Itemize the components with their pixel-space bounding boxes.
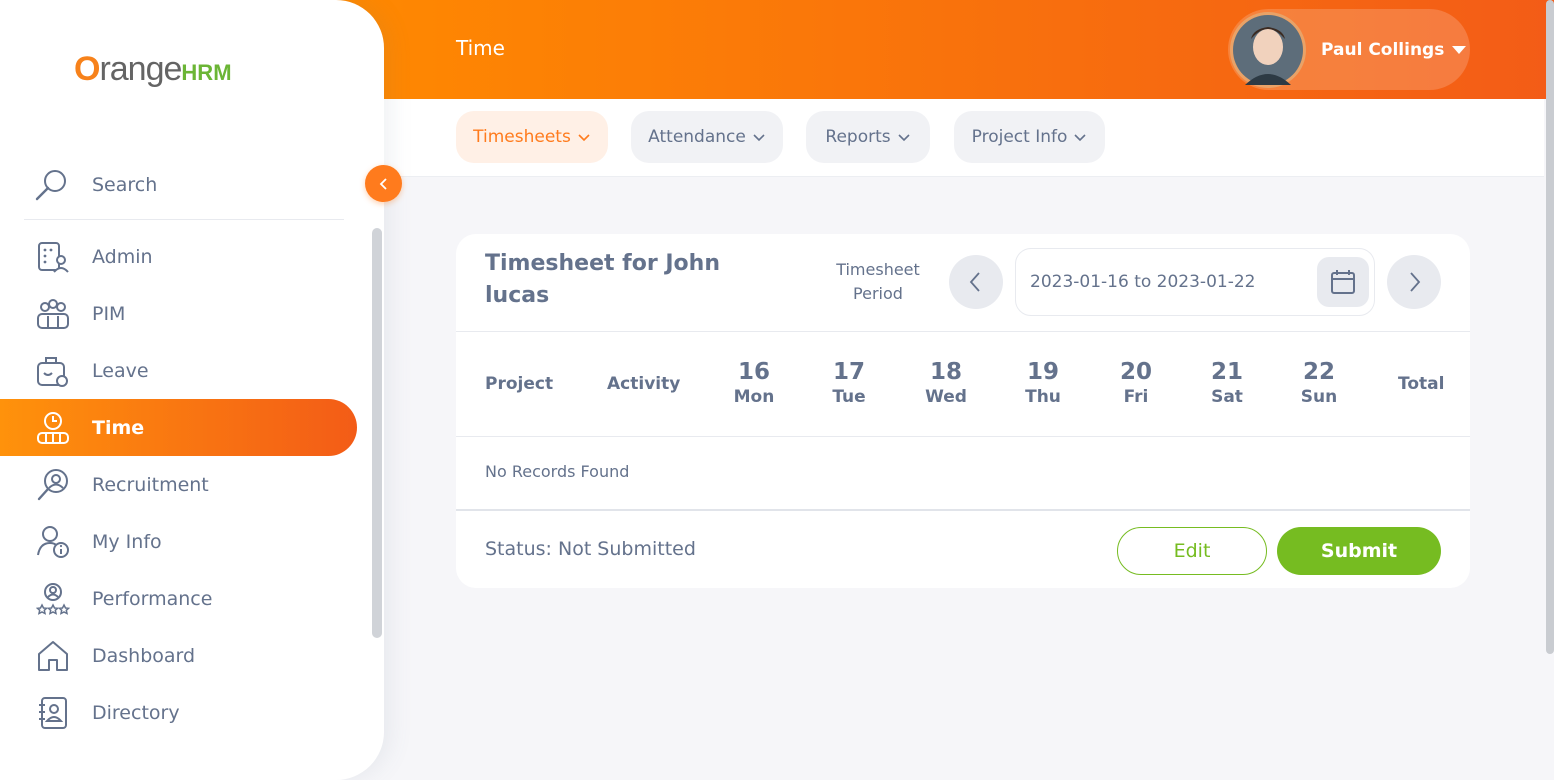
sidebar-item-label: Time xyxy=(92,416,145,439)
chevron-down-icon xyxy=(898,134,910,142)
column-header-day: 21 Sat xyxy=(1192,358,1262,408)
sidebar-scrollbar[interactable] xyxy=(372,228,382,638)
day-name: Tue xyxy=(832,387,866,407)
column-header-activity: Activity xyxy=(607,374,681,394)
row-divider xyxy=(456,436,1470,437)
recruitment-icon xyxy=(35,467,71,503)
tab-label: Project Info xyxy=(971,127,1068,147)
empty-state-message: No Records Found xyxy=(485,462,630,481)
sidebar-item-label: Directory xyxy=(92,701,180,724)
admin-icon xyxy=(35,239,71,275)
day-number: 22 xyxy=(1302,359,1335,385)
sidebar-item-leave[interactable]: Leave xyxy=(0,342,357,399)
sidebar-item-time[interactable]: Time xyxy=(0,399,357,456)
column-header-total: Total xyxy=(1398,374,1445,394)
day-name: Fri xyxy=(1123,387,1149,407)
day-name: Sat xyxy=(1211,387,1243,407)
sidebar-item-label: PIM xyxy=(92,302,126,325)
timesheet-period-label: Timesheet Period xyxy=(836,260,920,303)
timesheet-period-value: 2023-01-16 to 2023-01-22 xyxy=(1030,272,1256,292)
sidebar-item-pim[interactable]: PIM xyxy=(0,285,357,342)
chevron-right-icon xyxy=(1410,272,1421,292)
tab-timesheets[interactable]: Timesheets xyxy=(456,111,608,163)
logo-wordmark: OrangeHRM xyxy=(74,50,232,88)
sidebar-menu: Admin PIM Leave Time Recruitment My Info… xyxy=(0,228,357,741)
sidebar-item-recruitment[interactable]: Recruitment xyxy=(0,456,357,513)
timesheet-status: Status: Not Submitted xyxy=(485,538,696,560)
header-divider xyxy=(456,331,1470,332)
day-number: 17 xyxy=(832,359,865,385)
user-menu[interactable]: Paul Collings xyxy=(1228,9,1470,90)
sidebar-item-directory[interactable]: Directory xyxy=(0,684,357,741)
sidebar-item-label: Performance xyxy=(92,587,213,610)
timesheet-card: Timesheet for John lucas Timesheet Perio… xyxy=(456,234,1470,588)
column-header-day: 16 Mon xyxy=(719,358,789,408)
previous-period-button[interactable] xyxy=(949,255,1003,309)
calendar-icon xyxy=(1331,270,1355,294)
leave-icon xyxy=(35,353,71,389)
column-header-day: 18 Wed xyxy=(911,358,981,408)
chevron-down-icon xyxy=(753,134,765,142)
tab-reports[interactable]: Reports xyxy=(806,111,930,163)
search-icon xyxy=(35,169,66,200)
timesheet-period-field[interactable]: 2023-01-16 to 2023-01-22 xyxy=(1015,248,1375,316)
column-header-day: 22 Sun xyxy=(1284,358,1354,408)
chevron-left-icon xyxy=(379,177,387,190)
sidebar-item-label: My Info xyxy=(92,530,162,553)
column-header-day: 20 Fri xyxy=(1101,358,1171,408)
sidebar-item-performance[interactable]: Performance xyxy=(0,570,357,627)
column-header-day: 17 Tue xyxy=(814,358,884,408)
calendar-button[interactable] xyxy=(1317,257,1369,307)
day-name: Wed xyxy=(925,387,967,407)
sidebar-item-label: Admin xyxy=(92,245,153,268)
tab-attendance[interactable]: Attendance xyxy=(631,111,783,163)
chevron-down-icon xyxy=(578,134,590,142)
sidebar-item-admin[interactable]: Admin xyxy=(0,228,357,285)
next-period-button[interactable] xyxy=(1387,255,1441,309)
user-name: Paul Collings xyxy=(1321,39,1445,60)
column-header-day: 19 Thu xyxy=(1008,358,1078,408)
timesheet-title: Timesheet for John lucas xyxy=(485,251,720,308)
sub-navigation: Timesheets Attendance Reports Project In… xyxy=(384,99,1544,177)
sidebar-item-label: Leave xyxy=(92,359,149,382)
day-number: 19 xyxy=(1026,359,1059,385)
tab-label: Timesheets xyxy=(473,127,571,147)
performance-icon xyxy=(35,581,71,617)
submit-button[interactable]: Submit xyxy=(1277,527,1441,575)
day-number: 16 xyxy=(737,359,770,385)
tab-label: Reports xyxy=(825,127,891,147)
sidebar-search[interactable]: Search xyxy=(24,150,344,220)
dashboard-icon xyxy=(35,638,71,674)
day-name: Thu xyxy=(1025,387,1061,407)
day-name: Sun xyxy=(1300,387,1338,407)
sidebar-item-label: Recruitment xyxy=(92,473,209,496)
sidebar-item-dashboard[interactable]: Dashboard xyxy=(0,627,357,684)
tab-project-info[interactable]: Project Info xyxy=(954,111,1105,163)
chevron-down-icon xyxy=(1074,134,1086,142)
search-label: Search xyxy=(92,173,158,196)
sidebar-collapse-button[interactable] xyxy=(365,165,402,202)
day-number: 18 xyxy=(929,359,962,385)
pim-icon xyxy=(35,296,71,332)
tab-label: Attendance xyxy=(648,127,746,147)
sidebar-item-my-info[interactable]: My Info xyxy=(0,513,357,570)
caret-down-icon xyxy=(1452,45,1467,54)
time-icon xyxy=(35,410,71,446)
sidebar-item-label: Dashboard xyxy=(92,644,196,667)
day-number: 20 xyxy=(1119,359,1152,385)
directory-icon xyxy=(35,695,71,731)
footer-divider xyxy=(456,509,1470,511)
avatar xyxy=(1230,11,1306,88)
module-title: Time xyxy=(456,36,505,60)
column-header-project: Project xyxy=(485,374,554,394)
edit-button[interactable]: Edit xyxy=(1117,527,1267,575)
sidebar: OrangeHRM Search Admin PIM Leave Time Re… xyxy=(0,0,384,780)
chevron-left-icon xyxy=(969,272,980,292)
day-name: Mon xyxy=(733,387,775,407)
page-scrollbar[interactable] xyxy=(1546,0,1554,654)
my-info-icon xyxy=(35,524,71,560)
day-number: 21 xyxy=(1210,359,1243,385)
